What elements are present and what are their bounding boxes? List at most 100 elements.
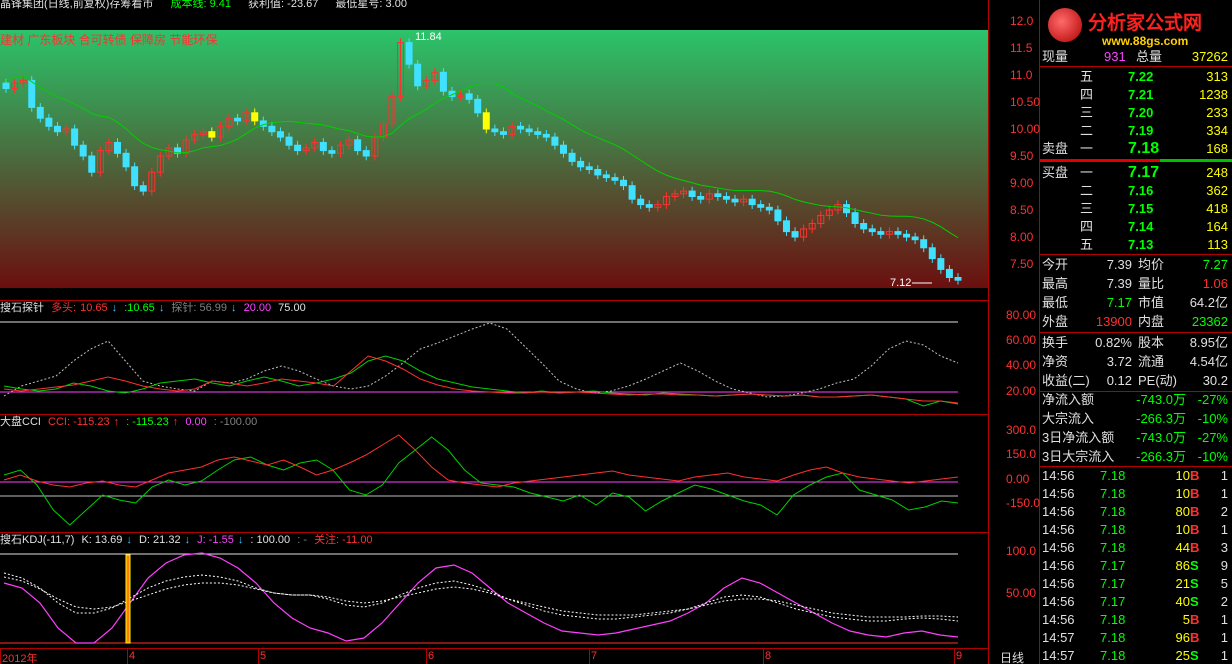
- kdj-lines: [0, 552, 959, 644]
- ask-price: 7.19: [1128, 123, 1154, 138]
- current-volume-value: 931: [1104, 49, 1126, 64]
- down-arrow-icon: ↓: [231, 302, 237, 314]
- candle-body: [405, 42, 413, 65]
- candle-body: [482, 112, 490, 130]
- tick-price: 7.18: [1100, 486, 1126, 501]
- bid-ask-ratio-bar: [1040, 159, 1160, 162]
- candle-body: [45, 117, 53, 127]
- candle-body: [697, 196, 705, 200]
- fundamental-label: 净资: [1042, 354, 1069, 369]
- current-volume-label: 现量: [1042, 49, 1069, 64]
- indicator-tick: 80.00: [1006, 308, 1037, 322]
- tick-time: 14:56: [1042, 540, 1075, 555]
- tick-volume: 80: [1175, 504, 1190, 519]
- tick-row: 14:56 7.18 10 B 1: [1040, 467, 1232, 485]
- tick-time: 14:56: [1042, 612, 1075, 627]
- candle-body: [851, 212, 859, 224]
- flow-percent: -10%: [1197, 449, 1228, 464]
- bid-volume: 113: [1207, 237, 1228, 252]
- tick-volume: 5: [1182, 612, 1190, 627]
- candle-body: [688, 190, 696, 198]
- period-button[interactable]: 日线: [1000, 649, 1036, 664]
- probe-red-line: [3, 355, 959, 404]
- candle-body: [319, 142, 327, 152]
- probe-value-2: :10.65: [124, 302, 155, 314]
- cci-lines: [0, 434, 959, 526]
- candle-body: [36, 106, 44, 119]
- candle-body: [28, 79, 36, 108]
- candle-body: [439, 71, 447, 92]
- candle-body: [731, 198, 739, 203]
- kdj-k-value: K: 13.69: [81, 534, 123, 546]
- date-tick-mark: [426, 649, 427, 664]
- date-tick-mark: [954, 649, 955, 664]
- ask-volume: 233: [1206, 105, 1228, 120]
- date-tick: 8: [765, 650, 772, 662]
- cci-indicator-panel[interactable]: 大盘CCI CCI: -115.23 ↑ : -115.23 ↑ 0.00 : -1…: [0, 414, 988, 532]
- probe-value-4: 75.00: [278, 302, 306, 314]
- candle-body: [525, 128, 533, 133]
- bid-row: 三 7.15 418: [1040, 200, 1232, 218]
- candlestick-chart[interactable]: [0, 30, 988, 290]
- ask-price: 7.18: [1128, 140, 1160, 157]
- probe-lines: [0, 321, 959, 407]
- tick-side: B: [1190, 540, 1200, 555]
- kdj-indicator-panel[interactable]: 搜石KDJ(-11,7) K: 13.69 ↓ D: 21.32 ↓ J: -1.5…: [0, 532, 988, 648]
- up-arrow-icon: ↑: [113, 416, 120, 428]
- tick-count: 1: [1220, 648, 1228, 663]
- tick-count: 1: [1220, 468, 1228, 483]
- tick-price: 7.18: [1100, 612, 1126, 627]
- fundamental-label: 收益(二): [1042, 373, 1090, 388]
- candle-body: [499, 131, 507, 135]
- cci-value-2: : -115.23: [126, 416, 169, 428]
- tick-side: B: [1190, 504, 1200, 519]
- candle-body: [88, 155, 96, 173]
- bid-row: 买盘一 7.17 248: [1040, 164, 1232, 182]
- indicator-tick: 150.0: [1006, 447, 1037, 461]
- candle-body: [645, 204, 653, 208]
- probe-dotted-line: [3, 322, 959, 398]
- indicator-tick: 100.0: [1006, 544, 1037, 558]
- stat-row: 外盘 13900 内盘 23362: [1040, 313, 1232, 331]
- fundamental-value: 0.12: [1106, 373, 1132, 388]
- tick-row: 14:56 7.18 44 B 3: [1040, 539, 1232, 557]
- candle-body: [765, 206, 773, 211]
- fundamental-value: 3.72: [1106, 354, 1132, 369]
- candle-body: [234, 117, 242, 122]
- bid-price: 7.13: [1128, 237, 1154, 252]
- date-tick: 2012年: [2, 653, 38, 664]
- bid-level: 二: [1080, 183, 1094, 198]
- candle-body: [894, 231, 902, 235]
- section-divider: [1040, 66, 1232, 67]
- candle-body: [628, 185, 636, 200]
- date-tick: 9: [956, 650, 963, 662]
- tick-count: 5: [1220, 576, 1228, 591]
- price-tick: 10.50: [1010, 95, 1041, 109]
- kdj-value-4: : 100.00: [250, 534, 291, 546]
- bid-row: 二 7.16 362: [1040, 182, 1232, 200]
- cci-value-3: 0.00: [185, 416, 207, 428]
- candle-body: [551, 136, 559, 146]
- probe-indicator-panel[interactable]: 搜石探针 多头: 10.65 ↓ :10.65 ↓ 探针: 56.99 ↓ 20.00 …: [0, 300, 988, 414]
- flow-value: -743.0万: [1136, 392, 1186, 407]
- ask-label: 卖盘: [1042, 141, 1069, 156]
- tick-side: B: [1190, 486, 1200, 501]
- candle-body: [559, 144, 567, 154]
- ask-row: 三 7.20 233: [1040, 104, 1232, 122]
- flow-percent: -27%: [1197, 392, 1228, 407]
- candle-body: [757, 204, 765, 208]
- cci-red-line: [3, 434, 959, 488]
- candle-body: [920, 239, 928, 249]
- bid-volume: 248: [1206, 165, 1228, 180]
- tick-side: S: [1190, 648, 1199, 663]
- candle-body: [474, 98, 482, 114]
- tick-time: 14:56: [1042, 468, 1075, 483]
- probe-axis: 80.00 60.00 40.00 20.00: [990, 300, 1038, 414]
- bid-volume: 362: [1206, 183, 1228, 198]
- tick-time: 14:57: [1042, 648, 1075, 663]
- flow-percent: -27%: [1197, 430, 1228, 445]
- tick-count: 2: [1220, 504, 1228, 519]
- tick-price: 7.17: [1100, 558, 1126, 573]
- cci-panel-name: 大盘CCI: [0, 416, 41, 428]
- sector-tags[interactable]: 建材 广东板块 合可转债 保障房 节能环保: [0, 31, 217, 48]
